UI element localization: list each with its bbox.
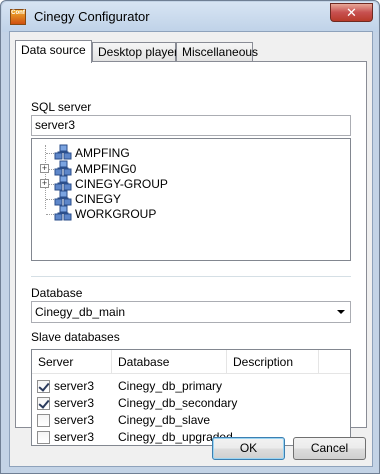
tab-desktop-player[interactable]: Desktop player <box>92 42 178 62</box>
server-cell: server3 <box>54 396 95 410</box>
list-item[interactable]: server3 Cinegy_db_secondary <box>32 395 350 412</box>
enable-checkbox[interactable] <box>37 431 50 444</box>
tree-item-workgroup[interactable]: WORKGROUP <box>32 205 350 222</box>
dialog-body: Data source Desktop player Miscellaneous… <box>9 31 373 467</box>
tree-item-label: AMPFING <box>75 146 130 160</box>
list-item[interactable]: server3 Cinegy_db_slave <box>32 412 350 429</box>
ok-button[interactable]: OK <box>212 437 285 460</box>
database-cell: Cinegy_db_slave <box>118 413 211 427</box>
cancel-button[interactable]: Cancel <box>293 437 366 460</box>
network-group-icon <box>54 205 72 221</box>
tree-item-cinegy-group[interactable]: + CINEGY-GROUP <box>32 175 350 192</box>
tree-item-cinegy[interactable]: CINEGY <box>32 190 350 207</box>
server-cell: server3 <box>54 430 95 444</box>
tree-item-label: CINEGY <box>75 192 122 206</box>
title-bar[interactable]: Conf Cinegy Configurator ✕ <box>2 2 378 32</box>
separator <box>31 276 351 277</box>
tab-data-source[interactable]: Data source <box>15 40 92 63</box>
expand-icon[interactable]: + <box>40 179 49 188</box>
server-cell: server3 <box>54 413 95 427</box>
tab-miscellaneous[interactable]: Miscellaneous <box>176 42 258 62</box>
app-icon: Conf <box>10 9 26 25</box>
expand-icon[interactable]: + <box>40 164 49 173</box>
tree-item-ampfing0[interactable]: + AMPFING0 <box>32 160 350 177</box>
chevron-down-icon <box>337 310 345 314</box>
tree-item-label: AMPFING0 <box>75 162 137 176</box>
tree-item-ampfing[interactable]: AMPFING <box>32 144 350 161</box>
database-selected-value: Cinegy_db_main <box>35 305 126 319</box>
sql-server-input[interactable]: server3 <box>31 115 351 136</box>
slave-databases-label: Slave databases <box>31 330 120 344</box>
enable-checkbox[interactable] <box>37 397 50 410</box>
server-cell: server3 <box>54 379 95 393</box>
tree-item-label: WORKGROUP <box>75 207 157 221</box>
configurator-window: Conf Cinegy Configurator ✕ Data source D… <box>0 0 380 474</box>
tree-item-label: CINEGY-GROUP <box>75 177 168 191</box>
list-header: Server Database Description <box>32 350 350 374</box>
column-header-description[interactable]: Description <box>227 350 319 374</box>
database-cell: Cinegy_db_primary <box>118 379 223 393</box>
column-header-server[interactable]: Server <box>32 350 112 374</box>
enable-checkbox[interactable] <box>37 414 50 427</box>
data-source-panel: SQL server server3 AMPFING + AMPFING0 + … <box>15 61 367 446</box>
database-cell: Cinegy_db_secondary <box>118 396 238 410</box>
close-button[interactable]: ✕ <box>330 3 373 22</box>
database-label: Database <box>31 286 83 300</box>
list-item[interactable]: server3 Cinegy_db_primary <box>32 378 350 395</box>
sql-server-label: SQL server <box>31 100 92 114</box>
sql-server-tree[interactable]: AMPFING + AMPFING0 + CINEGY-GROUP CINEGY… <box>31 138 351 261</box>
column-header-database[interactable]: Database <box>112 350 227 374</box>
slave-databases-list[interactable]: Server Database Description server3 Cine… <box>31 349 351 446</box>
close-icon: ✕ <box>346 5 357 20</box>
database-select[interactable]: Cinegy_db_main <box>31 301 351 323</box>
window-title: Cinegy Configurator <box>34 9 150 24</box>
enable-checkbox[interactable] <box>37 380 50 393</box>
